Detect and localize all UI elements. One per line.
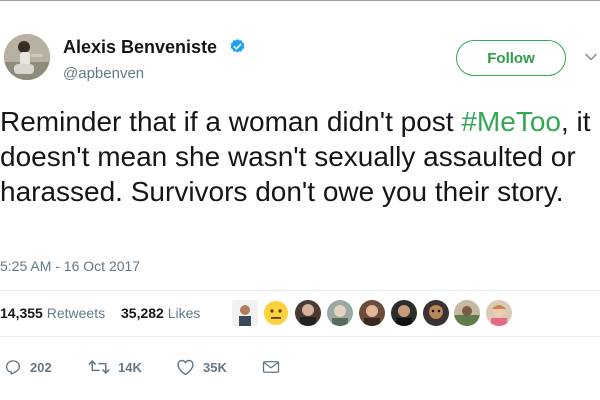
- top-divider: [0, 0, 600, 1]
- author-avatar[interactable]: [4, 34, 50, 80]
- reply-button[interactable]: 202: [4, 357, 52, 377]
- liker-avatar[interactable]: [454, 300, 480, 326]
- retweets-label: Retweets: [46, 305, 106, 321]
- likes-stat[interactable]: 35,282 Likes: [121, 305, 200, 321]
- liker-avatar[interactable]: [359, 300, 385, 326]
- reply-icon: [5, 360, 21, 375]
- tweet-text-part: Reminder that if a woman didn't post: [0, 106, 462, 137]
- tweet-timestamp[interactable]: 5:25 AM - 16 Oct 2017: [0, 258, 140, 274]
- liker-avatar[interactable]: [295, 300, 321, 326]
- retweet-button[interactable]: 14K: [88, 357, 142, 377]
- liker-avatar[interactable]: [486, 300, 512, 326]
- like-button[interactable]: 35K: [176, 357, 227, 377]
- verified-badge-icon: [230, 39, 245, 53]
- tweet-header: Alexis Benveniste @apbenven Follow: [0, 30, 600, 90]
- likes-label: Likes: [167, 305, 201, 321]
- stats-top-divider: [0, 290, 600, 291]
- retweets-stat[interactable]: 14,355 Retweets: [0, 305, 105, 321]
- retweet-icon: [88, 360, 110, 374]
- author-name[interactable]: Alexis Benveniste: [63, 37, 217, 58]
- envelope-icon: [262, 361, 280, 373]
- heart-icon: [177, 359, 194, 376]
- likes-count: 35,282: [121, 305, 164, 321]
- like-count: 35K: [203, 359, 227, 375]
- liker-avatar[interactable]: [232, 300, 258, 326]
- hashtag-link[interactable]: #MeToo: [461, 106, 561, 137]
- liker-avatar[interactable]: [327, 300, 353, 326]
- author-handle[interactable]: @apbenven: [63, 65, 144, 82]
- stats-bottom-divider: [0, 336, 600, 337]
- retweet-count: 14K: [118, 359, 142, 375]
- chevron-down-icon[interactable]: [584, 52, 598, 62]
- follow-button[interactable]: Follow: [456, 40, 566, 76]
- tweet-actions: 202 14K 35K: [0, 352, 600, 382]
- reply-count: 202: [30, 359, 52, 375]
- direct-message-button[interactable]: [262, 357, 280, 377]
- liker-avatar[interactable]: [391, 300, 417, 326]
- tweet-text: Reminder that if a woman didn't post #Me…: [0, 104, 600, 209]
- liker-avatar[interactable]: [423, 300, 449, 326]
- engagement-stats: 14,355 Retweets 35,282 Likes: [0, 298, 600, 328]
- liker-avatar[interactable]: [263, 300, 289, 326]
- retweets-count: 14,355: [0, 305, 43, 321]
